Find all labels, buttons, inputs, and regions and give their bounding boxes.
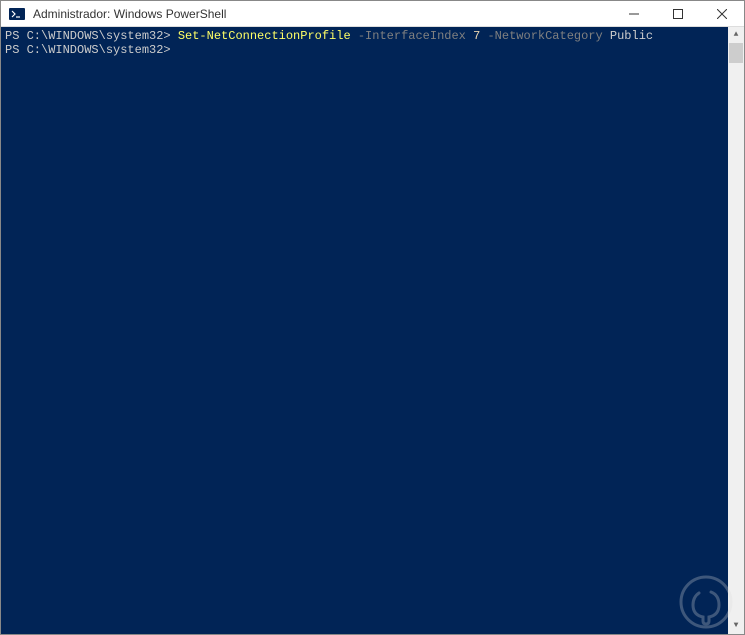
cmd-segment: Public [610,29,653,43]
prompt: PS C:\WINDOWS\system32> [5,43,178,57]
maximize-button[interactable] [656,1,700,26]
window-controls [612,1,744,26]
terminal-line: PS C:\WINDOWS\system32> Set-NetConnectio… [5,29,728,43]
scroll-down-button[interactable]: ▼ [728,618,744,634]
minimize-button[interactable] [612,1,656,26]
titlebar[interactable]: Administrador: Windows PowerShell [1,1,744,27]
prompt: PS C:\WINDOWS\system32> [5,29,178,43]
scroll-thumb[interactable] [729,43,743,63]
powershell-window: Administrador: Windows PowerShell PS C:\… [0,0,745,635]
terminal-area[interactable]: PS C:\WINDOWS\system32> Set-NetConnectio… [1,27,744,634]
close-button[interactable] [700,1,744,26]
window-title: Administrador: Windows PowerShell [31,7,612,21]
terminal-line: PS C:\WINDOWS\system32> [5,43,728,57]
cmd-segment: -NetworkCategory [480,29,610,43]
cmd-segment: -InterfaceIndex [351,29,473,43]
powershell-icon [9,6,25,22]
scroll-up-button[interactable]: ▲ [728,27,744,43]
scroll-track[interactable] [728,43,744,618]
cmdlet: Set-NetConnectionProfile [178,29,351,43]
vertical-scrollbar[interactable]: ▲ ▼ [728,27,744,634]
terminal-content: PS C:\WINDOWS\system32> Set-NetConnectio… [5,29,728,57]
